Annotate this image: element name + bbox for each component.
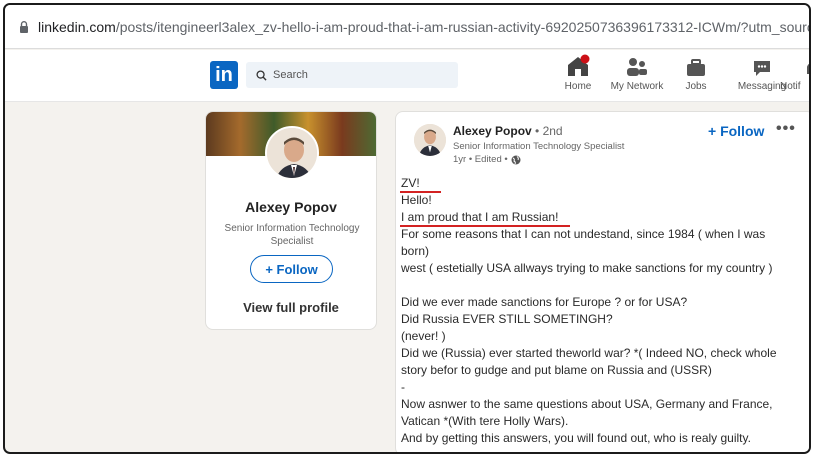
post-line: And by getting this answers, you will fo…: [401, 431, 751, 445]
post-card: Alexey Popov • 2nd Senior Information Te…: [395, 111, 809, 452]
post-author-headline: Senior Information Technology Specialist: [453, 141, 625, 152]
post-line: born): [401, 244, 430, 258]
home-icon: [568, 54, 590, 76]
profile-follow-button[interactable]: + Follow: [250, 255, 333, 283]
post-line: Hello!: [401, 193, 432, 207]
post-line: Did Russia EVER STILL SOMETINGH?: [401, 312, 613, 326]
post-line: For some reasons that I can not undestan…: [401, 227, 766, 241]
post-follow-button[interactable]: + Follow: [708, 123, 764, 139]
post-line: west ( estetially USA allways trying to …: [401, 261, 773, 275]
nav-jobs[interactable]: Jobs: [661, 54, 731, 92]
profile-avatar[interactable]: [265, 126, 319, 180]
post-author-avatar[interactable]: [414, 124, 446, 156]
messaging-icon: [754, 61, 770, 76]
post-meta-text: 1yr • Edited •: [453, 154, 508, 165]
url-host: linkedin.com: [38, 18, 116, 35]
nav-jobs-label: Jobs: [685, 81, 707, 92]
screenshot-frame: linkedin.com/posts/itengineerl3alex_zv-h…: [3, 3, 811, 454]
post-author-name[interactable]: Alexey Popov: [453, 124, 532, 138]
network-icon: [627, 58, 647, 76]
lock-icon[interactable]: [17, 20, 31, 34]
nav-notifications[interactable]: Notif: [780, 54, 809, 92]
linkedin-logo[interactable]: in: [210, 61, 238, 89]
profile-title: Senior Information Technology Specialist: [224, 223, 360, 247]
linkedin-header: in Search Home My Network Jobs Messaging…: [5, 50, 809, 102]
post-line: Did we ever made sanctions for Europe ? …: [401, 295, 688, 309]
post-body: ZV! Hello! I am proud that I am Russian!…: [401, 175, 801, 447]
red-underline-proud: [400, 225, 570, 227]
post-meta: 1yr • Edited •: [453, 154, 521, 165]
profile-name[interactable]: Alexey Popov: [206, 199, 376, 215]
briefcase-icon: [687, 59, 705, 76]
nav-notifications-label: Notif: [780, 81, 801, 92]
url-text[interactable]: linkedin.com/posts/itengineerl3alex_zv-h…: [38, 19, 809, 35]
profile-card: Alexey Popov Senior Information Technolo…: [205, 111, 377, 330]
post-line: -: [401, 380, 405, 394]
view-full-profile-link[interactable]: View full profile: [206, 300, 376, 315]
red-underline-zv: [400, 191, 441, 193]
post-line: Vatican *(With tere Holly Wars).: [401, 414, 569, 428]
globe-icon: [511, 155, 521, 164]
connection-degree: • 2nd: [535, 124, 563, 138]
search-box[interactable]: Search: [246, 62, 458, 88]
search-icon: [256, 69, 267, 81]
post-line: I am proud that I am Russian!: [401, 210, 559, 224]
bell-icon: [807, 63, 809, 74]
post-author[interactable]: Alexey Popov • 2nd: [453, 124, 563, 138]
search-placeholder: Search: [273, 69, 308, 81]
post-line: ZV!: [401, 176, 420, 190]
post-line: Now asnwer to the same questions about U…: [401, 397, 773, 411]
url-path: /posts/itengineerl3alex_zv-hello-i-am-pr…: [115, 18, 809, 35]
more-options-button[interactable]: •••: [776, 120, 796, 138]
post-line: Did we (Russia) ever started theworld wa…: [401, 346, 777, 360]
post-line: story befor to gudge and put blame on Ru…: [401, 363, 712, 377]
post-line: (never! ): [401, 329, 446, 343]
address-bar[interactable]: linkedin.com/posts/itengineerl3alex_zv-h…: [5, 5, 809, 49]
